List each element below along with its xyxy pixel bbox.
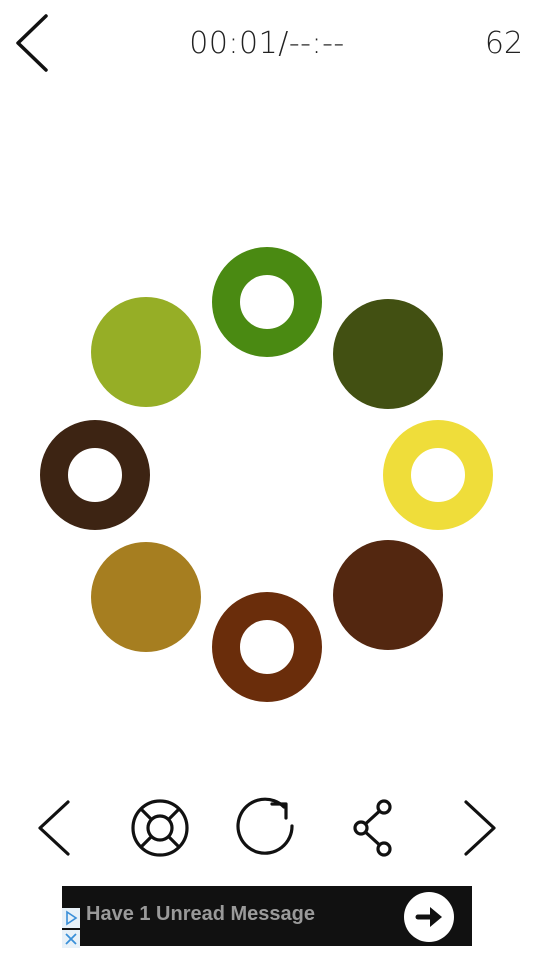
- puzzle-board: [0, 200, 534, 740]
- chevron-right-icon: [464, 800, 496, 856]
- ad-text: Have 1 Unread Message: [86, 903, 316, 925]
- piece-lower-right[interactable]: [333, 540, 443, 650]
- bottom-toolbar: [0, 790, 534, 870]
- piece-lower-left[interactable]: [91, 542, 201, 652]
- ad-info-icon[interactable]: [62, 908, 80, 928]
- help-button[interactable]: [125, 790, 195, 866]
- piece-bottom[interactable]: [212, 592, 322, 702]
- top-bar: 00:01/--:-- 62: [0, 0, 534, 90]
- chevron-left-icon: [38, 800, 70, 856]
- piece-upper-left[interactable]: [91, 297, 201, 407]
- ad-banner[interactable]: Have 1 Unread Message: [62, 886, 472, 948]
- piece-right[interactable]: [383, 420, 493, 530]
- lifebuoy-icon: [131, 799, 189, 857]
- arrow-right-icon: [415, 907, 442, 927]
- piece-top[interactable]: [212, 247, 322, 357]
- ad-arrow-button[interactable]: [404, 892, 454, 942]
- piece-left[interactable]: [40, 420, 150, 530]
- timer: 00:01/--:--: [189, 26, 345, 61]
- piece-upper-right[interactable]: [333, 299, 443, 409]
- next-level-button[interactable]: [444, 790, 514, 866]
- restart-icon: [236, 797, 294, 855]
- share-button[interactable]: [338, 790, 408, 866]
- move-counter: 62: [484, 26, 523, 61]
- previous-level-button[interactable]: [20, 790, 90, 866]
- restart-button[interactable]: [232, 790, 302, 866]
- share-icon: [353, 799, 392, 857]
- ad-close-icon[interactable]: [62, 930, 80, 948]
